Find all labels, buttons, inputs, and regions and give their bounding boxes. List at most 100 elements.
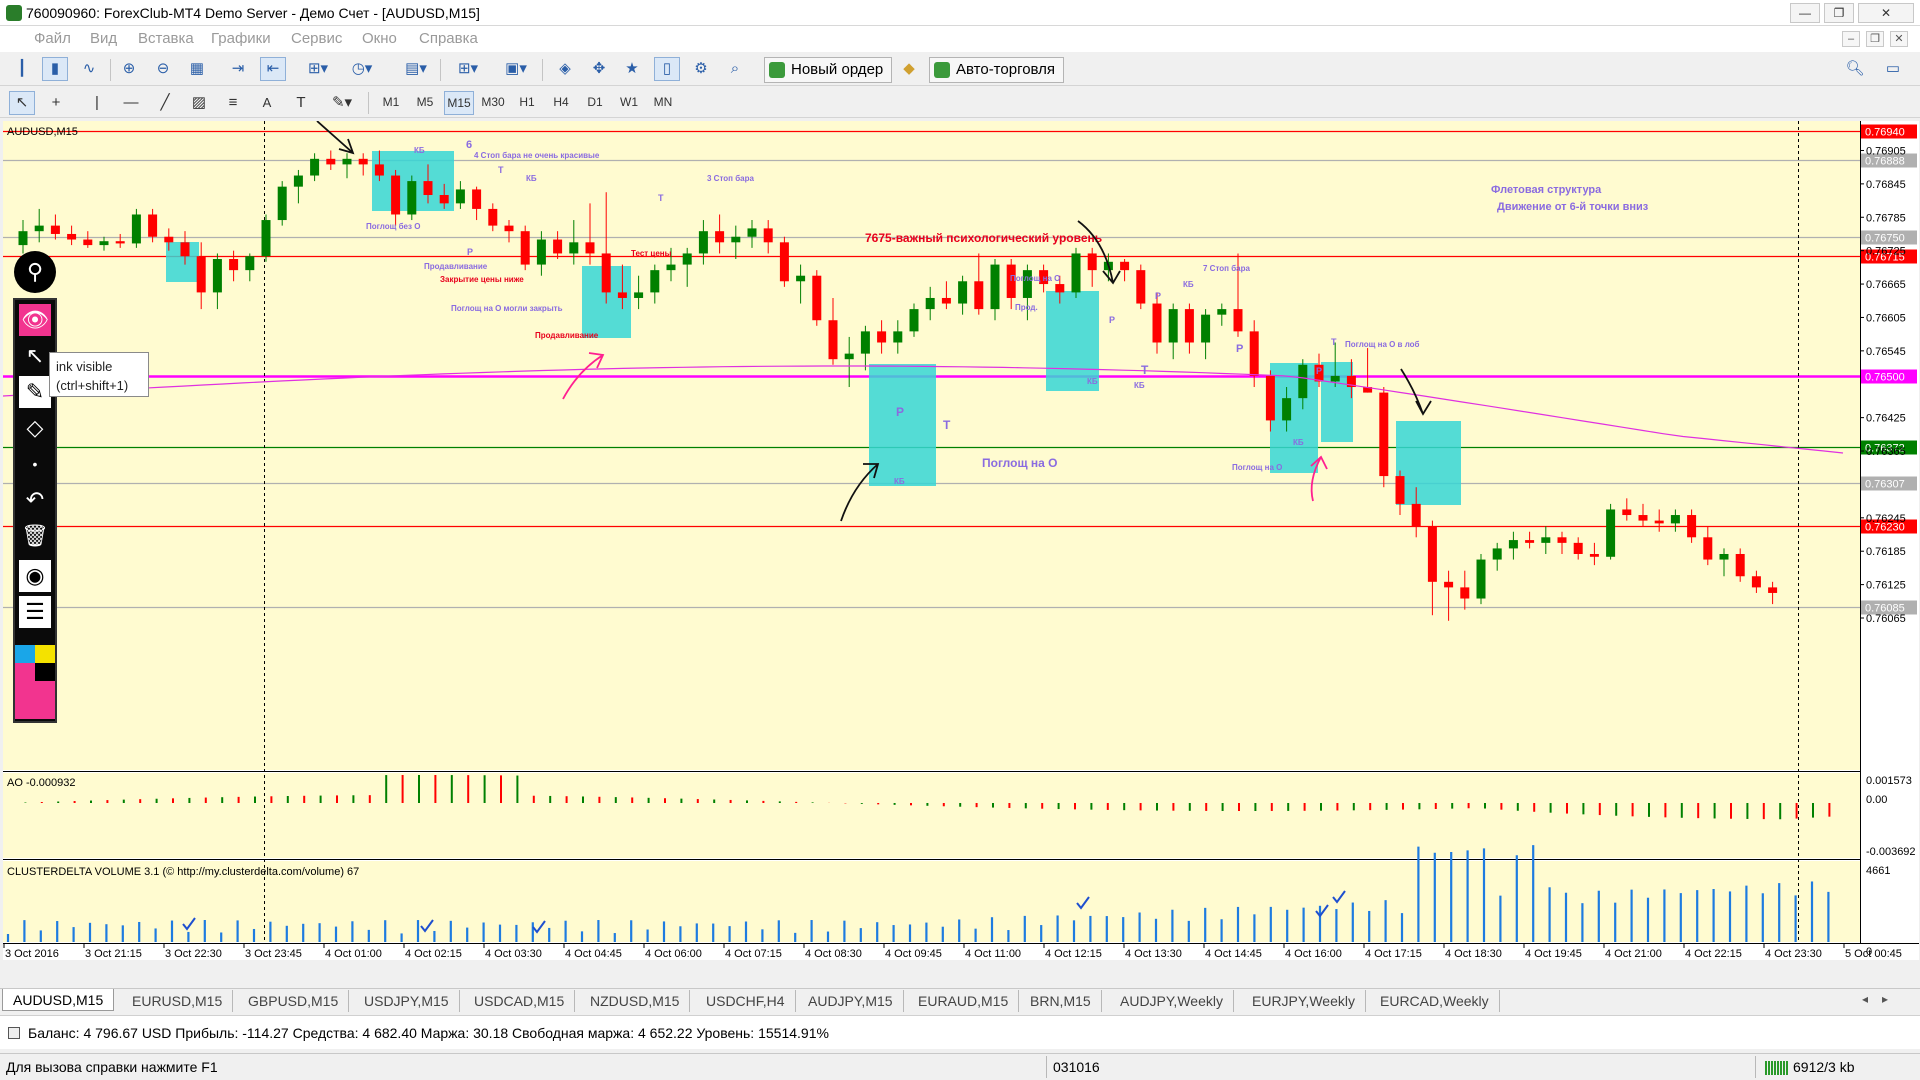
tf-m15[interactable]: M15 — [444, 91, 474, 115]
status-date-code: 031016 — [1053, 1059, 1100, 1075]
ao-scale-top: 0.001573 — [1866, 775, 1912, 787]
candle-body — [358, 158, 368, 165]
chart-tab[interactable]: USDCAD,M15 — [464, 990, 576, 1012]
color-swatch-black[interactable] — [35, 663, 55, 681]
child-close-icon[interactable]: ✕ — [1890, 31, 1908, 47]
menu-window[interactable]: Окно — [362, 30, 397, 47]
child-minimize-icon[interactable]: – — [1842, 31, 1860, 47]
chart-tab[interactable]: AUDJPY,Weekly — [1110, 990, 1234, 1012]
chart-window[interactable]: 7675-важный психологический уровень Флето… — [2, 120, 1919, 960]
camera-icon[interactable]: ◉ — [19, 560, 51, 592]
candle-body — [407, 181, 417, 215]
chart-tab[interactable]: EURJPY,Weekly — [1242, 990, 1366, 1012]
cursor-icon[interactable]: ↖ — [9, 91, 35, 115]
autoscroll-icon[interactable]: ⇥ — [225, 57, 251, 81]
candle-chart-icon[interactable]: ▮ — [42, 57, 68, 81]
tf-m5[interactable]: M5 — [410, 91, 440, 115]
pen-icon[interactable]: ✎ — [19, 376, 51, 408]
strategy-tester-icon[interactable]: ⚙ — [688, 57, 714, 81]
search-icon[interactable]: ⌕ — [722, 57, 748, 81]
undo-icon[interactable]: ↶ — [19, 484, 51, 516]
menu-tools[interactable]: Сервис — [291, 30, 342, 47]
chart-annotation: 3 Стоп бара — [707, 174, 754, 183]
tf-m30[interactable]: M30 — [478, 91, 508, 115]
chart-tab[interactable]: NZDUSD,M15 — [580, 990, 691, 1012]
tf-h1[interactable]: H1 — [512, 91, 542, 115]
chart-tab[interactable]: USDCHF,H4 — [696, 990, 796, 1012]
chart-annotation: Продавливание — [424, 262, 488, 271]
chart-tab[interactable]: GBPUSD,M15 — [238, 990, 350, 1012]
chart-shift-icon[interactable]: ⇤ — [260, 57, 286, 81]
menu-bar: Файл Вид Вставка Графики Сервис Окно Спр… — [0, 26, 1920, 52]
candle-body — [893, 331, 903, 343]
close-button[interactable]: ✕ — [1858, 3, 1914, 23]
trash-icon[interactable]: 🗑︎ — [19, 520, 51, 552]
zoom-in-icon[interactable]: ⊕ — [116, 57, 142, 81]
menu-insert[interactable]: Вставка — [138, 30, 194, 47]
tf-m1[interactable]: M1 — [376, 91, 406, 115]
trendline-icon[interactable]: ╱ — [152, 91, 178, 115]
profiles-icon[interactable]: ▣▾ — [498, 57, 534, 81]
fibonacci-icon[interactable]: ≡ — [220, 91, 246, 115]
pointer-icon[interactable]: ↖ — [19, 340, 51, 372]
arrows-icon[interactable]: ✎▾ — [324, 91, 360, 115]
chart-tab[interactable]: EURUSD,M15 — [122, 990, 234, 1012]
eye-icon[interactable]: 👁︎ — [19, 304, 51, 336]
tf-h4[interactable]: H4 — [546, 91, 576, 115]
horizontal-line-icon[interactable]: — — [118, 91, 144, 115]
color-swatch-pink[interactable] — [15, 663, 35, 719]
chart-tab[interactable]: EURCAD,Weekly — [1370, 990, 1500, 1012]
menu-file[interactable]: Файл — [34, 30, 71, 47]
eraser-icon[interactable]: ◇ — [19, 412, 51, 444]
chart-tab[interactable]: AUDJPY,M15 — [798, 990, 904, 1012]
vertical-line-icon[interactable]: | — [84, 91, 110, 115]
auto-trading-button[interactable]: Авто-торговля — [929, 57, 1065, 83]
line-chart-icon[interactable]: ∿ — [76, 57, 102, 81]
bar-chart-icon[interactable]: ┃ — [9, 57, 35, 81]
chart-annotation: Поглощ на О — [1232, 463, 1282, 472]
ao-scale-mid: 0.00 — [1866, 794, 1887, 806]
color-swatch-blue[interactable] — [15, 645, 35, 663]
ink-color-palette[interactable] — [15, 645, 55, 719]
chart-symbol-label: AUDUSD,M15 — [7, 126, 78, 138]
chart-tab[interactable]: EURAUD,M15 — [908, 990, 1020, 1012]
search-icon[interactable]: 🔍︎ — [1842, 57, 1868, 81]
chart-tab[interactable]: AUDUSD,M15 — [2, 989, 115, 1011]
text-icon[interactable]: A — [254, 91, 280, 115]
minimize-button[interactable]: — — [1790, 3, 1820, 23]
restore-button[interactable]: ❐ — [1824, 3, 1854, 23]
chart-annotation: Тест цены — [631, 249, 672, 258]
metaeditor-icon[interactable]: ◆ — [896, 57, 922, 81]
menu-icon[interactable]: ☰ — [19, 596, 51, 628]
tile-windows-icon[interactable]: ▦ — [184, 57, 210, 81]
navigator-icon[interactable]: ✥ — [586, 57, 612, 81]
candle-body — [50, 225, 60, 234]
crosshair-icon[interactable]: + — [43, 91, 69, 115]
data-window-icon[interactable]: ★ — [619, 57, 645, 81]
terminal-icon[interactable]: ▯ — [654, 57, 680, 81]
menu-view[interactable]: Вид — [90, 30, 117, 47]
menu-charts[interactable]: Графики — [211, 30, 271, 47]
menu-help[interactable]: Справка — [419, 30, 478, 47]
channel-icon[interactable]: ▨ — [186, 91, 212, 115]
zoom-out-icon[interactable]: ⊖ — [150, 57, 176, 81]
dot-icon[interactable]: • — [19, 448, 51, 480]
templates-icon[interactable]: ▤▾ — [398, 57, 434, 81]
market-watch-icon[interactable]: ◈ — [552, 57, 578, 81]
color-swatch-yellow[interactable] — [35, 645, 55, 663]
tf-w1[interactable]: W1 — [614, 91, 644, 115]
chat-icon[interactable]: ▭ — [1880, 57, 1906, 81]
chart-tab[interactable]: BRN,M15 — [1020, 990, 1102, 1012]
new-order-button[interactable]: Новый ордер — [764, 57, 893, 83]
tab-scroll-icon[interactable]: ◂▸ — [1862, 992, 1902, 1006]
tf-mn[interactable]: MN — [648, 91, 678, 115]
tf-d1[interactable]: D1 — [580, 91, 610, 115]
ink-pin-icon[interactable]: ⚲ — [14, 251, 56, 293]
periods-icon[interactable]: ◷▾ — [344, 57, 380, 81]
chart-tab[interactable]: USDJPY,M15 — [354, 990, 460, 1012]
child-restore-icon[interactable]: ❐ — [1866, 31, 1884, 47]
text-label-icon[interactable]: T — [288, 91, 314, 115]
new-chart-icon[interactable]: ⊞▾ — [450, 57, 486, 81]
price-chart[interactable]: 7675-важный психологический уровень Флето… — [2, 120, 1919, 960]
indicators-icon[interactable]: ⊞▾ — [300, 57, 336, 81]
